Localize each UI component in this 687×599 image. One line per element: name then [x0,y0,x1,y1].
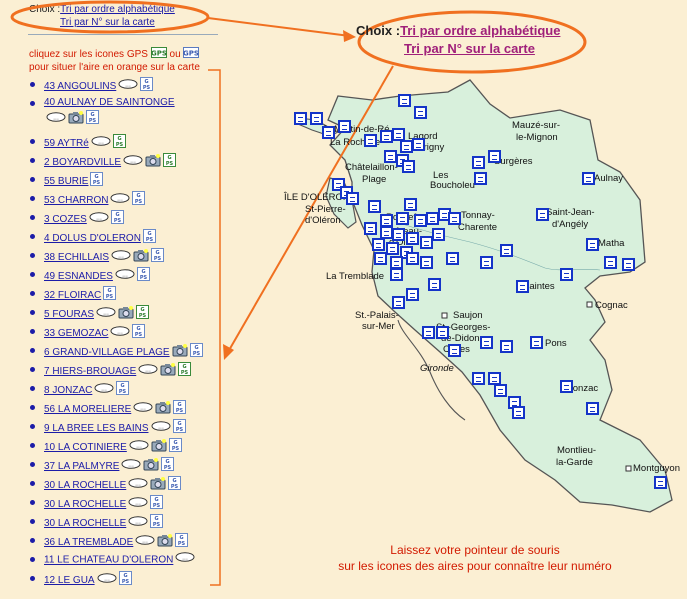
place-st-pierre: St-Pierre- [305,204,346,215]
area-marker-icon[interactable] [500,244,513,257]
place-chatelaillon-2: Plage [362,174,387,185]
area-marker-icon[interactable] [622,258,635,271]
city-dot-cognac [586,301,593,308]
area-marker-icon[interactable] [338,120,351,133]
area-marker-icon[interactable] [446,252,459,265]
annotation-arrow-top [207,17,351,37]
area-marker-icon[interactable] [310,112,323,125]
area-marker-icon[interactable] [654,476,667,489]
area-marker-icon[interactable] [390,268,403,281]
area-marker-icon[interactable] [386,242,399,255]
annotation-bracket [208,69,221,586]
area-marker-icon[interactable] [516,280,529,293]
area-marker-icon[interactable] [530,336,543,349]
area-marker-icon[interactable] [294,112,307,125]
area-marker-icon[interactable] [420,256,433,269]
place-st-pierre-2: d'Oléron [305,215,341,226]
area-marker-icon[interactable] [448,212,461,225]
place-aulnay: Aulnay [594,173,624,184]
area-marker-icon[interactable] [586,402,599,415]
highlight-ellipse-small [10,0,210,34]
place-tonnay-2: Charente [458,222,498,233]
city-dot-saujon [441,312,448,319]
place-montlieu: Montlieu- [557,445,597,456]
place-st-jean-2: d'Angély [552,219,589,230]
area-marker-icon[interactable] [472,156,485,169]
area-marker-icon[interactable] [480,256,493,269]
area-marker-icon[interactable] [406,232,419,245]
area-marker-icon[interactable] [322,126,335,139]
sort-alpha-link-big[interactable]: Tri par ordre alphabétique [400,23,560,38]
area-marker-icon[interactable] [432,228,445,241]
area-marker-icon[interactable] [412,138,425,151]
choice-big-prefix: Choix : [356,23,401,38]
place-la-tremblade: La Tremblade [326,271,385,282]
place-gironde: Gironde [420,363,454,374]
place-mauze-2: le-Mignon [516,132,558,143]
place-st-jean: Saint-Jean- [546,207,595,218]
hover-hint: Laissez votre pointeur de souris sur les… [320,542,630,574]
area-marker-icon[interactable] [582,172,595,185]
area-marker-icon[interactable] [500,340,513,353]
area-marker-icon[interactable] [422,326,435,339]
place-tonnay: Tonnay- [461,210,495,221]
place-saujon: Saujon [453,310,483,321]
place-st-palais-2: sur-Mer [362,321,395,332]
place-cognac: Cognac [595,300,628,311]
place-pons: Pons [545,338,567,349]
area-marker-icon[interactable] [512,406,525,419]
area-marker-icon[interactable] [494,384,507,397]
area-marker-icon[interactable] [406,252,419,265]
hint-line2: sur les icones des aires pour connaître … [338,559,612,573]
area-marker-icon[interactable] [414,106,427,119]
area-marker-icon[interactable] [398,94,411,107]
place-montlieu-2: la-Garde [556,457,593,468]
sort-number-link-big[interactable]: Tri par N° sur la carte [404,41,535,56]
area-marker-icon[interactable] [488,150,501,163]
area-marker-icon[interactable] [392,228,405,241]
hint-line1: Laissez votre pointeur de souris [390,543,560,557]
area-marker-icon[interactable] [368,200,381,213]
area-marker-icon[interactable] [402,160,415,173]
area-marker-icon[interactable] [364,134,377,147]
area-marker-icon[interactable] [364,222,377,235]
area-marker-icon[interactable] [480,336,493,349]
area-marker-icon[interactable] [404,198,417,211]
region-map [10,0,673,586]
annotation-arrowhead-top [343,30,356,42]
place-montguyon: Montguyon [633,463,681,474]
area-marker-icon[interactable] [448,344,461,357]
choice-big-block: Choix :Tri par ordre alphabétique Tri pa… [356,22,560,58]
city-dot-montguyon [625,465,632,472]
area-marker-icon[interactable] [474,172,487,185]
area-marker-icon[interactable] [436,326,449,339]
area-marker-icon[interactable] [392,296,405,309]
area-marker-icon[interactable] [372,238,385,251]
place-chatelaillon: Châtelaillon- [345,162,398,173]
area-marker-icon[interactable] [604,256,617,269]
area-marker-icon[interactable] [560,380,573,393]
place-bouchoieu-2: Boucholeu [430,180,475,191]
area-marker-icon[interactable] [406,288,419,301]
area-marker-icon[interactable] [396,212,409,225]
area-marker-icon[interactable] [586,238,599,251]
place-st-palais: St.-Palais- [355,310,399,321]
area-marker-icon[interactable] [472,372,485,385]
area-marker-icon[interactable] [428,278,441,291]
area-marker-icon[interactable] [420,236,433,249]
area-marker-icon[interactable] [560,268,573,281]
area-marker-icon[interactable] [374,252,387,265]
place-mauze: Mauzé-sur- [512,120,561,131]
place-matha: Matha [598,238,625,249]
area-marker-icon[interactable] [346,192,359,205]
area-marker-icon[interactable] [536,208,549,221]
